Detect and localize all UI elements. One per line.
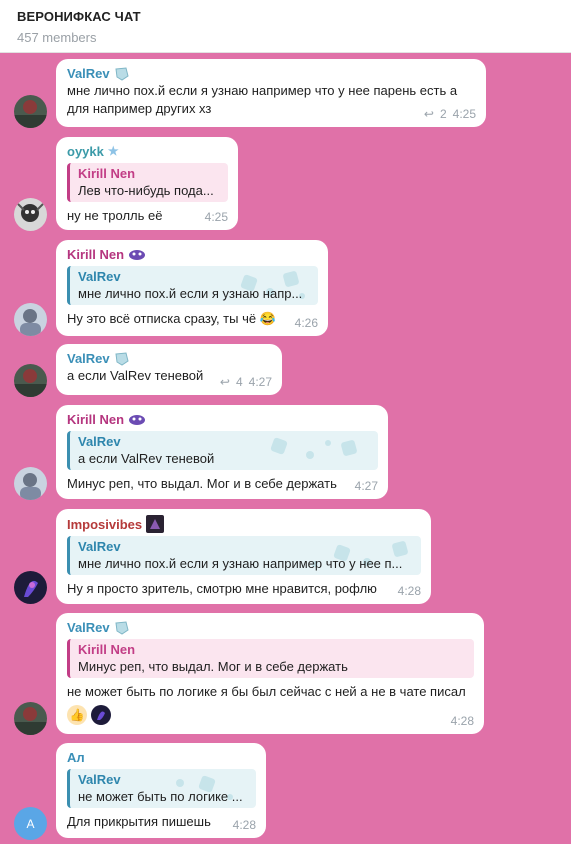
message-time: 4:25: [204, 210, 228, 224]
message-text: Ну это всё отписка сразу, ты чё 😂: [67, 311, 276, 326]
sender-name[interactable]: Imposivibes: [67, 515, 421, 533]
sender-label: ValRev: [67, 66, 110, 81]
sticker-badge-icon: [146, 515, 165, 533]
sticker-badge-icon: [114, 66, 130, 82]
avatar[interactable]: А: [14, 807, 47, 840]
avatar[interactable]: [14, 364, 47, 397]
message-time: 4:28: [232, 818, 256, 832]
message-text: мне лично пох.й если я узнаю например чт…: [67, 83, 458, 98]
avatar-letter: А: [26, 816, 35, 831]
reply-text: не может быть по логике ...: [78, 789, 243, 804]
message-bubble[interactable]: Kirill Nen ValRev а если ValRev теневой …: [56, 405, 388, 499]
message-text: для например других хз: [67, 101, 212, 116]
avatar[interactable]: [14, 467, 47, 500]
message-meta: 4:25: [205, 210, 228, 224]
sticker-badge-icon: [128, 248, 146, 262]
reply-author: ValRev: [78, 772, 121, 787]
reply-text: Минус реп, что выдал. Мог и в себе держа…: [78, 659, 348, 674]
thumbs-up-reaction[interactable]: 👍: [67, 705, 87, 725]
message-meta: 4:28: [451, 714, 474, 728]
message-bubble[interactable]: ValRev мне лично пох.й если я узнаю напр…: [56, 59, 486, 127]
message-meta: 4:26: [295, 316, 318, 330]
message-time: 4:28: [397, 584, 421, 598]
chat-title: ВЕРОНИФКАС ЧАТ: [17, 9, 141, 24]
message-text: Для прикрытия пишешь: [67, 814, 211, 829]
sender-name[interactable]: ValRev: [67, 350, 272, 367]
reply-author: ValRev: [78, 434, 121, 449]
message-meta: 4:27: [355, 479, 378, 493]
reply-quote[interactable]: ValRev мне лично пох.й если я узнаю напр…: [67, 536, 421, 575]
message-bubble[interactable]: Ал ValRev не может быть по логике ... Дл…: [56, 743, 266, 838]
sender-label: oyykk: [67, 144, 104, 159]
message-meta: ↩ 2 4:25: [424, 107, 476, 121]
reply-author: ValRev: [78, 539, 121, 554]
avatar[interactable]: [14, 702, 47, 735]
sticker-badge-icon: [128, 413, 146, 427]
message-meta: ↩ 4 4:27: [220, 375, 272, 389]
chat-header[interactable]: ВЕРОНИФКАС ЧАТ 457 members: [0, 0, 571, 53]
message-list[interactable]: ValRev мне лично пох.й если я узнаю напр…: [0, 53, 571, 844]
message-bubble[interactable]: ValRev Kirill Nen Минус реп, что выдал. …: [56, 613, 484, 734]
reply-arrow-icon[interactable]: ↩: [424, 107, 434, 121]
sender-name[interactable]: Kirill Nen: [67, 411, 378, 428]
sender-name[interactable]: oyykk ★: [67, 143, 228, 160]
sender-name[interactable]: Ал: [67, 749, 256, 766]
reply-author: Kirill Nen: [78, 166, 136, 181]
sender-label: ValRev: [67, 351, 110, 366]
avatar[interactable]: [14, 198, 47, 231]
sender-label: ValRev: [67, 620, 110, 635]
reactor-avatar: [91, 705, 111, 725]
avatar[interactable]: [14, 571, 47, 604]
reply-quote[interactable]: Kirill Nen Лев что-нибудь пода...: [67, 163, 228, 202]
message-time: 4:26: [294, 316, 318, 330]
reply-text: а если ValRev теневой: [78, 451, 215, 466]
reply-arrow-icon[interactable]: ↩: [220, 375, 230, 389]
reply-count[interactable]: 4: [236, 375, 243, 389]
message-meta: 4:28: [233, 818, 256, 832]
message-time: 4:27: [248, 375, 272, 389]
message-bubble[interactable]: oyykk ★ Kirill Nen Лев что-нибудь пода..…: [56, 137, 238, 230]
avatar[interactable]: [14, 303, 47, 336]
message-text: не может быть по логике я бы был сейчас …: [67, 684, 466, 699]
reply-author: ValRev: [78, 269, 121, 284]
sender-label: Kirill Nen: [67, 247, 125, 262]
message-text: Минус реп, что выдал. Мог и в себе держа…: [67, 476, 337, 491]
reactions-bar[interactable]: 👍: [67, 705, 474, 725]
sender-label: Kirill Nen: [67, 412, 125, 427]
sticker-badge-icon: [114, 620, 130, 636]
message-time: 4:25: [452, 107, 476, 121]
reply-text: мне лично пох.й если я узнаю например чт…: [78, 556, 403, 571]
sender-name[interactable]: ValRev: [67, 65, 476, 82]
message-bubble[interactable]: Kirill Nen ValRev мне лично пох.й если я…: [56, 240, 328, 336]
reply-quote[interactable]: ValRev не может быть по логике ...: [67, 769, 256, 808]
message-time: 4:27: [354, 479, 378, 493]
reply-text: мне лично пох.й если я узнаю напр...: [78, 286, 303, 301]
sender-label: Imposivibes: [67, 516, 143, 532]
message-bubble[interactable]: ValRev а если ValRev теневой ↩ 4 4:27: [56, 344, 282, 395]
sender-label: Ал: [67, 750, 85, 765]
reply-quote[interactable]: ValRev мне лично пох.й если я узнаю напр…: [67, 266, 318, 305]
message-meta: 4:28: [398, 584, 421, 598]
avatar[interactable]: [14, 95, 47, 128]
sticker-badge-icon: [114, 351, 130, 367]
sender-name[interactable]: Kirill Nen: [67, 246, 318, 263]
message-text: Ну я просто зритель, смотрю мне нравится…: [67, 581, 377, 596]
reply-text: Лев что-нибудь пода...: [78, 183, 214, 198]
star-icon: ★: [107, 144, 119, 158]
sender-name[interactable]: ValRev: [67, 619, 474, 636]
message-bubble[interactable]: Imposivibes ValRev мне лично пох.й если …: [56, 509, 431, 604]
message-time: 4:28: [450, 714, 474, 728]
reply-quote[interactable]: Kirill Nen Минус реп, что выдал. Мог и в…: [67, 639, 474, 678]
members-count: 457 members: [17, 30, 97, 45]
reply-count[interactable]: 2: [440, 107, 447, 121]
reply-author: Kirill Nen: [78, 642, 136, 657]
reply-quote[interactable]: ValRev а если ValRev теневой: [67, 431, 378, 470]
